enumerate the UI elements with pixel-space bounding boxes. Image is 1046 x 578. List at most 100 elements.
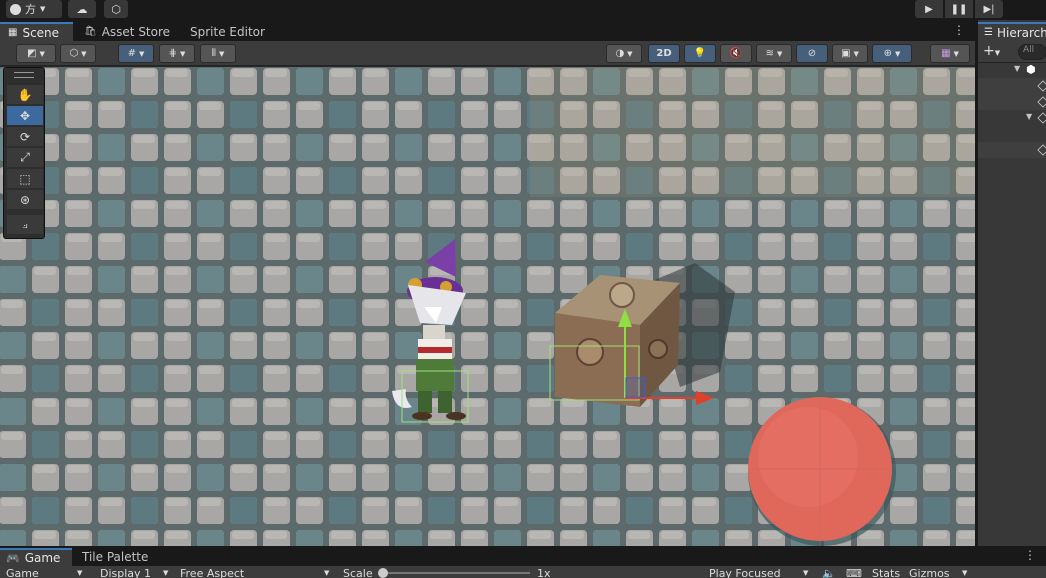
play-icon: ▶ (925, 3, 933, 15)
expand-arrow-icon[interactable]: ▼ (1014, 64, 1020, 73)
shading-dropdown[interactable]: ◑ ▼ (606, 44, 642, 63)
hierarchy-panel: ☰ Hierarchy +▼ All ▼ ⬢ ▼ (977, 20, 1046, 546)
tab-scene[interactable]: ▦ Scene (0, 22, 73, 41)
game-toolbar: Game ▼ Display 1 ▼ Free Aspect ▼ Scale 1… (0, 566, 1046, 578)
tab-hierarchy[interactable]: ☰ Hierarchy (978, 22, 1046, 41)
hierarchy-item-row[interactable] (978, 142, 1046, 158)
step-button[interactable]: ▶| (975, 0, 1003, 18)
game-panel-menu-icon[interactable]: ⋮ (1024, 548, 1036, 562)
hierarchy-item-row[interactable] (978, 78, 1046, 94)
increment-snap-toggle[interactable]: ⦀ ▼ (200, 44, 236, 63)
pause-icon: ❚❚ (950, 3, 968, 15)
scale-slider[interactable] (380, 572, 530, 574)
account-dropdown[interactable]: 方 ▼ (6, 0, 62, 18)
collab-icon: ⬡ (111, 2, 121, 16)
rotate-icon: ⟳ (19, 129, 31, 144)
chevron-down-icon: ▼ (163, 569, 169, 577)
scene-canvas[interactable] (0, 67, 975, 546)
layers-icon: ≋ (765, 48, 774, 59)
stats-button[interactable]: Stats (872, 567, 900, 578)
chevron-down-icon: ▼ (803, 569, 809, 577)
scale-tool-button[interactable]: ⤢ (7, 148, 43, 167)
cloud-button[interactable]: ☁ (68, 0, 96, 18)
mode-2d-toggle[interactable]: 2D (648, 44, 680, 63)
gameobject-cube-icon (1037, 112, 1046, 124)
scene-panel: ▦ Scene 🛍 Asset Store Sprite Editor ⋮ ◩ ▼… (0, 20, 975, 546)
account-label: 方 (25, 3, 36, 16)
gizmos-dropdown[interactable]: ⊕ ▼ (872, 44, 912, 63)
grid-icon: # (127, 48, 136, 59)
transform-tool-button[interactable]: ⊛ (7, 190, 43, 209)
scene-tab-bar: ▦ Scene 🛍 Asset Store Sprite Editor ⋮ (0, 20, 975, 41)
tilemap-tint (530, 67, 975, 197)
chevron-down-icon: ▼ (853, 49, 859, 58)
tab-tile-palette-label: Tile Palette (82, 550, 149, 564)
tab-asset-store-label: Asset Store (101, 24, 171, 39)
lightbulb-icon: 💡 (693, 48, 707, 59)
mode-2d-label: 2D (656, 48, 672, 59)
scene-viewport[interactable] (0, 67, 975, 546)
hierarchy-item-row[interactable]: ▼ (978, 110, 1046, 126)
hidden-objects-toggle[interactable]: ⊘ (796, 44, 828, 63)
scale-icon: ⤢ (20, 150, 30, 164)
game-panel: 🎮 Game Tile Palette ⋮ Game ▼ Display 1 ▼… (0, 546, 1046, 578)
play-mode-dropdown[interactable]: Play Focused (709, 567, 781, 578)
tab-asset-store[interactable]: 🛍 Asset Store (76, 22, 178, 41)
chevron-down-icon: ▼ (40, 5, 46, 13)
add-object-button[interactable]: +▼ (983, 43, 1000, 59)
account-icon (10, 3, 21, 15)
scale-label: Scale (343, 567, 373, 578)
audio-toggle[interactable]: 🔇 (720, 44, 752, 63)
gizmos-button[interactable]: Gizmos (909, 567, 950, 578)
grid-snap-toggle[interactable]: # ▼ (118, 44, 154, 63)
rect-tool-button[interactable]: ⬚ (7, 169, 43, 188)
tab-tile-palette[interactable]: Tile Palette (76, 548, 154, 566)
chevron-down-icon: ▼ (81, 49, 87, 58)
hand-tool-button[interactable]: ✋ (7, 85, 43, 104)
view-options-dropdown[interactable]: ⬡ ▼ (60, 44, 96, 63)
rotate-tool-button[interactable]: ⟳ (7, 127, 43, 146)
rect-icon: ⬚ (19, 171, 31, 186)
lighting-toggle[interactable]: 💡 (684, 44, 716, 63)
hierarchy-item-row[interactable] (978, 94, 1046, 110)
chevron-down-icon: ▼ (962, 569, 968, 577)
hierarchy-scene-row[interactable]: ▼ ⬢ (978, 62, 1046, 78)
chevron-down-icon: ▼ (324, 569, 330, 577)
play-button[interactable]: ▶ (915, 0, 943, 18)
collab-button[interactable]: ⬡ (104, 0, 128, 18)
sphere-icon: ◑ (615, 48, 625, 59)
overlay-dropdown[interactable]: ▦ ▼ (930, 44, 970, 63)
drag-handle-icon[interactable] (14, 72, 34, 78)
mute-audio-icon[interactable]: 🔈 (822, 567, 836, 578)
camera-dropdown[interactable]: ▣ ▼ (832, 44, 868, 63)
hierarchy-search-input[interactable]: All (1018, 44, 1046, 60)
cloud-icon: ☁ (76, 2, 88, 16)
tab-game[interactable]: 🎮 Game (0, 548, 72, 566)
effects-dropdown[interactable]: ≋ ▼ (756, 44, 792, 63)
draw-mode-dropdown[interactable]: ◩ ▼ (16, 44, 56, 63)
scene-toolbar: ◩ ▼ ⬡ ▼ # ▼ ⋕ ▼ ⦀ ▼ ◑ ▼ 2D 💡 🔇 ≋ ▼ ⊘ ▣ ▼ ⊕ ▼ ▦ ▼ (0, 41, 975, 66)
scale-slider-thumb[interactable] (378, 568, 388, 578)
tab-sprite-editor[interactable]: Sprite Editor (182, 22, 273, 41)
panel-menu-icon[interactable]: ⋮ (953, 23, 965, 37)
step-icon: ▶| (983, 3, 995, 15)
pause-button[interactable]: ❚❚ (945, 0, 973, 18)
keyboard-icon[interactable]: ⌨ (846, 567, 862, 578)
aspect-dropdown[interactable]: Free Aspect (180, 567, 244, 578)
tab-sprite-editor-label: Sprite Editor (190, 24, 265, 39)
top-bar: 方 ▼ ☁ ⬡ ▶ ❚❚ ▶| (0, 0, 1046, 20)
camera-icon: ▣ (841, 48, 851, 59)
expand-arrow-icon[interactable]: ▼ (1026, 112, 1032, 121)
hierarchy-toolbar: +▼ All (978, 41, 1046, 63)
list-icon: ☰ (984, 27, 993, 38)
custom-tool-icon: ⟓ (22, 217, 28, 231)
game-view-dropdown[interactable]: Game (6, 567, 39, 578)
display-dropdown[interactable]: Display 1 (100, 567, 151, 578)
chevron-down-icon: ▼ (953, 49, 959, 58)
gamepad-icon: 🎮 (6, 551, 20, 565)
grid-visibility-toggle[interactable]: ⋕ ▼ (159, 44, 195, 63)
store-bag-icon: 🛍 (84, 26, 97, 37)
gizmo-xy-plane[interactable] (625, 377, 646, 398)
custom-tool-button[interactable]: ⟓ (7, 215, 43, 234)
move-tool-button[interactable]: ✥ (7, 106, 43, 125)
